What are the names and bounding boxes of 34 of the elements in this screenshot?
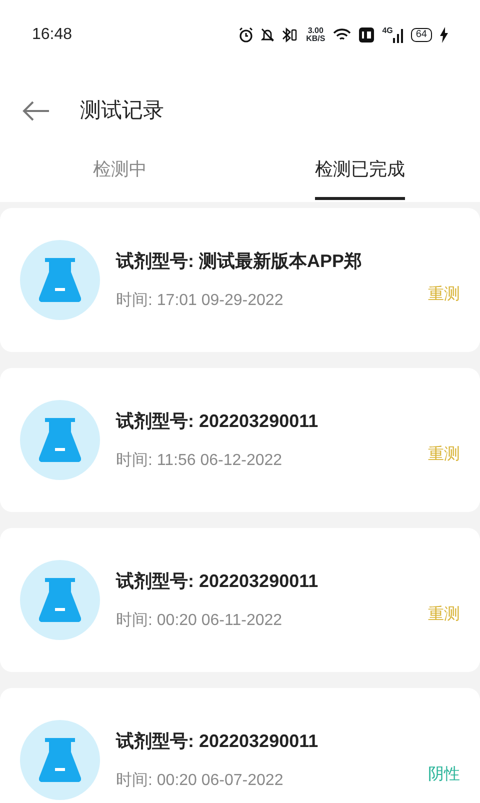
- flask-icon: [39, 258, 81, 302]
- status-time: 16:48: [32, 25, 72, 45]
- tab[interactable]: 检测已完成: [315, 152, 405, 200]
- result-label: 重测: [428, 604, 460, 625]
- alarm-clock-icon: [239, 27, 254, 43]
- signal-icon: [392, 27, 403, 43]
- result-label: 重测: [428, 444, 460, 465]
- tab[interactable]: 检测中: [93, 152, 147, 200]
- back-arrow-icon[interactable]: [22, 101, 50, 121]
- reagent-model: 试剂型号: 202203290011: [116, 410, 320, 432]
- record-time: 时间: 11:56 06-12-2022: [116, 450, 284, 470]
- reagent-model: 试剂型号: 202203290011: [116, 730, 320, 752]
- flask-icon: [39, 578, 81, 622]
- record-card[interactable]: 试剂型号: 202203290011 时间: 11:56 06-12-2022 重测: [0, 368, 480, 512]
- result-label: 重测: [428, 284, 460, 305]
- result-label: 阴性: [428, 765, 460, 785]
- network-type: 4G: [382, 27, 393, 35]
- reagent-model: 试剂型号: 测试最新版本APP郑: [116, 250, 364, 272]
- page-title: 测试记录: [80, 98, 164, 124]
- flask-icon: [39, 418, 81, 462]
- bell-off-icon: [261, 27, 274, 43]
- record-card[interactable]: 试剂型号: 202203290011 时间: 00:20 06-11-2022 重测: [0, 528, 480, 672]
- network-speed: 3.00 KB/S: [306, 27, 326, 43]
- bluetooth-icon: [282, 27, 298, 43]
- flask-icon: [39, 738, 81, 782]
- hd-icon: [359, 27, 374, 43]
- record-time: 时间: 17:01 09-29-2022: [116, 290, 284, 310]
- record-card[interactable]: 试剂型号: 202203290011 时间: 00:20 06-07-2022 阴性: [0, 688, 480, 803]
- charging-icon: [440, 27, 448, 43]
- reagent-model: 试剂型号: 202203290011: [116, 570, 320, 592]
- record-time: 时间: 00:20 06-11-2022: [116, 610, 284, 630]
- record-card[interactable]: 试剂型号: 测试最新版本APP郑 时间: 17:01 09-29-2022 重测: [0, 208, 480, 352]
- battery-indicator: 64: [410, 28, 432, 42]
- record-time: 时间: 00:20 06-07-2022: [116, 770, 284, 790]
